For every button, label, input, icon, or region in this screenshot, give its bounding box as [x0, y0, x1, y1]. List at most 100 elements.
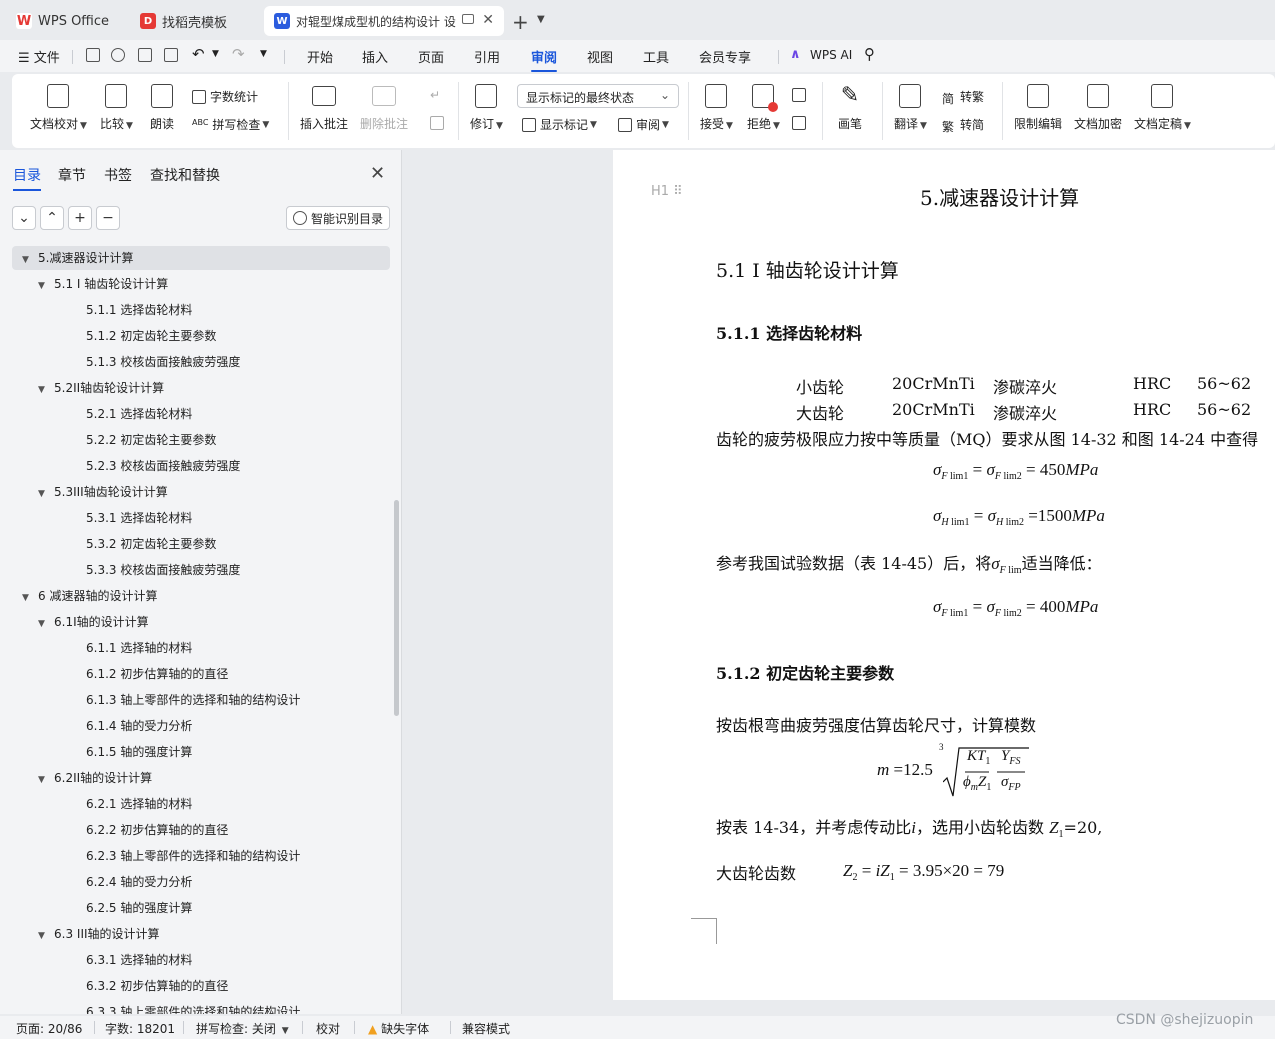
- chevron-down-icon[interactable]: ▼: [260, 49, 267, 59]
- menu-insert[interactable]: 插入: [362, 47, 388, 66]
- translate-button[interactable]: 翻译 ▼: [894, 84, 927, 132]
- expand-down-icon[interactable]: ⌄: [12, 206, 36, 230]
- menu-view[interactable]: 视图: [587, 47, 613, 66]
- restrict-edit-button[interactable]: 限制编辑: [1014, 84, 1062, 132]
- toc-item[interactable]: 5.1.2 初定齿轮主要参数: [12, 324, 390, 348]
- reject-button[interactable]: 拒绝 ▼: [747, 84, 780, 132]
- toc-item[interactable]: 6.3.3 轴上零部件的选择和轴的结构设计: [12, 1000, 390, 1014]
- review-pane-button[interactable]: 审阅 ▼: [618, 116, 669, 133]
- status-word-count[interactable]: 字数: 18201: [105, 1020, 175, 1037]
- status-proofread[interactable]: 校对: [316, 1020, 340, 1037]
- undo-icon[interactable]: ↶: [192, 45, 205, 63]
- expand-toggle-icon[interactable]: ▼: [38, 378, 50, 402]
- tab-sections[interactable]: 章节: [58, 165, 86, 185]
- tab-docer[interactable]: D 找稻壳模板: [130, 6, 258, 36]
- collapse-up-icon[interactable]: ⌃: [40, 206, 64, 230]
- status-missing-font[interactable]: ▲ 缺失字体: [368, 1020, 429, 1037]
- toc-item[interactable]: 5.3.3 校核齿面接触疲劳强度: [12, 558, 390, 582]
- read-aloud-button[interactable]: 朗读: [150, 84, 174, 132]
- toc-item[interactable]: ▼ 6.3 III轴的设计计算: [12, 922, 390, 946]
- to-simplified-button[interactable]: 繁 转简: [942, 116, 984, 134]
- tab-document[interactable]: W 对辊型煤成型机的结构设计 设 ✕: [264, 6, 504, 36]
- encrypt-button[interactable]: 文档加密: [1074, 84, 1122, 132]
- next-revision-icon[interactable]: [792, 116, 810, 130]
- toc-item[interactable]: 6.2.2 初步估算轴的的直径: [12, 818, 390, 842]
- search-icon[interactable]: ⚲: [864, 45, 875, 63]
- show-markup-button[interactable]: 显示标记 ▼: [522, 116, 597, 133]
- next-comment-icon[interactable]: [430, 116, 448, 130]
- heading-marker[interactable]: H1 ⠿: [651, 184, 683, 199]
- toc-item[interactable]: ▼ 5.1 I 轴齿轮设计计算: [12, 272, 390, 296]
- toc-item[interactable]: 6.2.3 轴上零部件的选择和轴的结构设计: [12, 844, 390, 868]
- toc-item[interactable]: 6.2.1 选择轴的材料: [12, 792, 390, 816]
- to-traditional-button[interactable]: 简 转繁: [942, 88, 984, 106]
- print-preview-icon[interactable]: [164, 48, 178, 62]
- expand-toggle-icon[interactable]: ▼: [22, 586, 34, 610]
- scrollbar[interactable]: [394, 500, 399, 716]
- toc-item[interactable]: ▼ 5.减速器设计计算: [12, 246, 390, 270]
- toc-item[interactable]: 5.1.3 校核齿面接触疲劳强度: [12, 350, 390, 374]
- monitor-icon[interactable]: [462, 14, 474, 24]
- close-tab-icon[interactable]: ✕: [482, 12, 494, 28]
- expand-toggle-icon[interactable]: ▼: [22, 248, 34, 272]
- remove-heading-icon[interactable]: −: [96, 206, 120, 230]
- expand-toggle-icon[interactable]: ▼: [38, 768, 50, 792]
- tab-find-replace[interactable]: 查找和替换: [150, 165, 220, 185]
- document-page[interactable]: H1 ⠿ 5.减速器设计计算 5.1 I 轴齿轮设计计算 5.1.1 选择齿轮材…: [613, 150, 1275, 1000]
- menu-membership[interactable]: 会员专享: [699, 47, 751, 66]
- save-icon[interactable]: [86, 48, 100, 62]
- expand-toggle-icon[interactable]: ▼: [38, 612, 50, 636]
- toc-item[interactable]: 5.2.2 初定齿轮主要参数: [12, 428, 390, 452]
- toc-item[interactable]: 6.1.3 轴上零部件的选择和轴的结构设计: [12, 688, 390, 712]
- prev-revision-icon[interactable]: [792, 88, 810, 102]
- toc-item[interactable]: 5.3.2 初定齿轮主要参数: [12, 532, 390, 556]
- chevron-down-icon[interactable]: ▼: [212, 49, 219, 59]
- markup-state-select[interactable]: 显示标记的最终状态 ⌄: [517, 84, 679, 108]
- menu-review[interactable]: 审阅: [531, 47, 558, 72]
- doc-check-button[interactable]: 文档校对 ▼: [30, 84, 87, 132]
- toc-item[interactable]: 5.2.3 校核齿面接触疲劳强度: [12, 454, 390, 478]
- expand-toggle-icon[interactable]: ▼: [38, 924, 50, 948]
- toc-item[interactable]: 6.1.4 轴的受力分析: [12, 714, 390, 738]
- share-icon[interactable]: [111, 48, 125, 62]
- prev-comment-icon[interactable]: ↵: [430, 88, 440, 102]
- status-page[interactable]: 页面: 20/86: [16, 1020, 82, 1037]
- toc-item[interactable]: ▼ 6.1I轴的设计计算: [12, 610, 390, 634]
- redo-icon[interactable]: ↷: [232, 45, 245, 63]
- compare-button[interactable]: 比较 ▼: [100, 84, 133, 132]
- toc-item[interactable]: ▼ 6 减速器轴的设计计算: [12, 584, 390, 608]
- wps-ai-icon[interactable]: ∧: [790, 47, 801, 62]
- toc-item[interactable]: 5.3.1 选择齿轮材料: [12, 506, 390, 530]
- toc-item[interactable]: ▼ 6.2II轴的设计计算: [12, 766, 390, 790]
- menu-page[interactable]: 页面: [418, 47, 444, 66]
- new-tab-icon[interactable]: +: [512, 10, 529, 34]
- toc-item[interactable]: 6.1.1 选择轴的材料: [12, 636, 390, 660]
- finalize-button[interactable]: 文档定稿 ▼: [1134, 84, 1191, 132]
- close-icon[interactable]: ✕: [370, 163, 385, 184]
- menu-tools[interactable]: 工具: [643, 47, 669, 66]
- toc-item[interactable]: ▼ 5.2II轴齿轮设计计算: [12, 376, 390, 400]
- toc-item[interactable]: 5.2.1 选择齿轮材料: [12, 402, 390, 426]
- toc-item[interactable]: 6.2.4 轴的受力分析: [12, 870, 390, 894]
- accept-button[interactable]: 接受 ▼: [700, 84, 733, 132]
- toc-item[interactable]: 5.1.1 选择齿轮材料: [12, 298, 390, 322]
- menu-references[interactable]: 引用: [474, 47, 500, 66]
- tab-bookmarks[interactable]: 书签: [104, 165, 132, 185]
- insert-comment-button[interactable]: 插入批注: [300, 84, 348, 132]
- toc-item[interactable]: 6.1.2 初步估算轴的的直径: [12, 662, 390, 686]
- tab-toc[interactable]: 目录: [13, 165, 41, 191]
- add-heading-icon[interactable]: +: [68, 206, 92, 230]
- toc-item[interactable]: 6.1.5 轴的强度计算: [12, 740, 390, 764]
- toc-item[interactable]: 6.3.1 选择轴的材料: [12, 948, 390, 972]
- menu-home[interactable]: 开始: [307, 47, 333, 66]
- chevron-down-icon[interactable]: ▼: [537, 14, 545, 25]
- toc-item[interactable]: 6.3.2 初步估算轴的的直径: [12, 974, 390, 998]
- word-count-button[interactable]: 字数统计: [192, 88, 258, 105]
- toc-item[interactable]: 6.2.5 轴的强度计算: [12, 896, 390, 920]
- status-spell-check[interactable]: 拼写检查: 关闭 ▼: [196, 1020, 289, 1037]
- tab-wps-office[interactable]: W WPS Office: [6, 6, 124, 36]
- menu-file[interactable]: ☰ 文件: [18, 47, 60, 66]
- print-icon[interactable]: [138, 48, 152, 62]
- delete-comment-button[interactable]: 删除批注: [360, 84, 408, 132]
- expand-toggle-icon[interactable]: ▼: [38, 482, 50, 506]
